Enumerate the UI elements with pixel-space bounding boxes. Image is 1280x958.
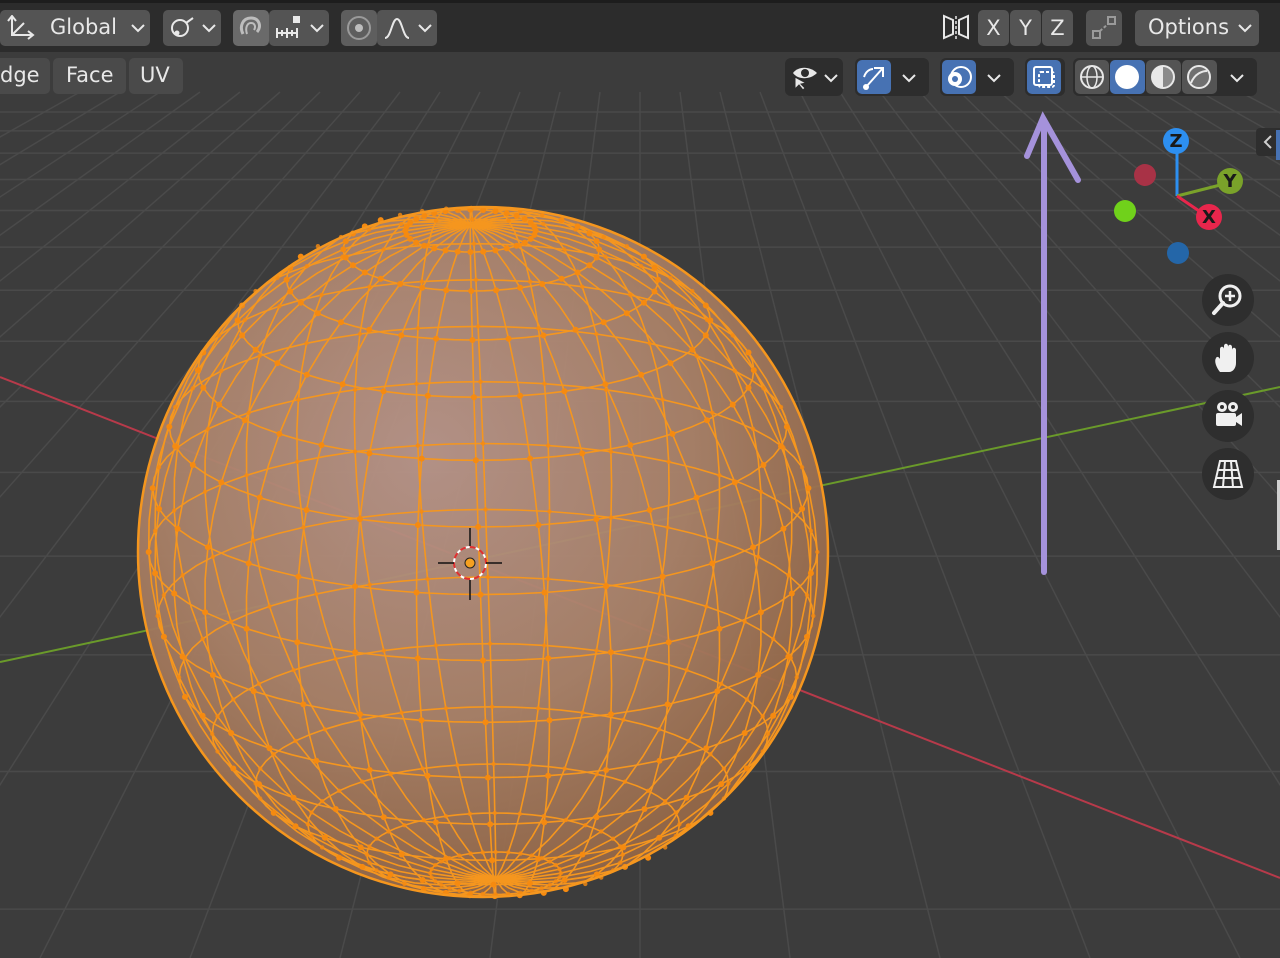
proportional-editing-toggle[interactable] (341, 10, 377, 46)
xray-icon (1033, 66, 1055, 88)
pivot-point-icon (171, 17, 194, 37)
pivot-point-dropdown[interactable] (163, 10, 221, 46)
snap-target-dropdown[interactable] (269, 10, 329, 46)
rendered-shading-button[interactable] (1182, 60, 1217, 94)
origin-dot (464, 557, 476, 569)
wireframe-shading-button[interactable] (1075, 60, 1109, 94)
proportional-editing-icon (347, 16, 371, 40)
chevron-down-icon[interactable] (986, 72, 1002, 84)
select-mode-face-tab[interactable]: Face (53, 58, 126, 94)
solid-shading-button[interactable] (1110, 60, 1145, 94)
gizmo-y-label: Y (1222, 171, 1237, 192)
chevron-down-icon[interactable] (901, 72, 917, 84)
chevron-down-icon (202, 24, 216, 33)
snap-toggle[interactable] (233, 10, 269, 46)
navigation-gizmo[interactable]: Z Y X (1100, 118, 1260, 274)
falloff-curve-icon (384, 17, 410, 39)
chevron-down-icon (824, 74, 838, 83)
camera-view-button[interactable] (1202, 390, 1254, 442)
pan-button[interactable] (1202, 332, 1254, 384)
gizmo-neg-y[interactable] (1114, 200, 1136, 222)
ortho-toggle-button[interactable] (1202, 448, 1254, 500)
mirror-y-toggle[interactable]: Y (1010, 10, 1041, 46)
overlays-icon (948, 66, 972, 88)
wireframe-shading-icon (1080, 65, 1104, 89)
header-edge (0, 0, 1280, 3)
chevron-down-icon (310, 24, 324, 33)
xray-toggle[interactable] (1027, 60, 1061, 94)
solid-shading-icon (1115, 65, 1139, 89)
chevron-down-icon (418, 24, 432, 33)
auto-merge-toggle[interactable] (1086, 10, 1122, 46)
falloff-dropdown[interactable] (377, 10, 437, 46)
gizmo-icon (863, 67, 884, 90)
mirror-butterfly-icon[interactable] (940, 12, 974, 44)
3d-viewport[interactable] (0, 52, 1280, 958)
mirror-x-label: X (986, 16, 1001, 40)
chevron-down-icon (1238, 24, 1252, 33)
gizmo-z-label: Z (1169, 131, 1182, 152)
auto-merge-icon (1092, 16, 1116, 39)
snap-increment-icon (276, 16, 300, 38)
rendered-shading-icon (1187, 65, 1211, 89)
visibility-dropdown[interactable] (785, 58, 843, 96)
chevron-down-icon[interactable] (1229, 72, 1245, 84)
overlays-toggle[interactable] (942, 60, 976, 94)
transform-orientation-dropdown[interactable]: Global (0, 10, 150, 46)
chevron-down-icon (131, 24, 145, 33)
camera-icon (1216, 402, 1242, 426)
zoom-icon (1212, 284, 1242, 315)
zoom-button[interactable] (1202, 274, 1254, 326)
hand-pan-icon (1215, 343, 1236, 372)
visibility-icon (793, 67, 817, 91)
uv-menu[interactable]: UV (129, 58, 183, 94)
ortho-grid-icon (1212, 460, 1244, 488)
sidebar-edge (1276, 130, 1280, 160)
mirror-z-label: Z (1050, 16, 1065, 40)
snap-icon (239, 16, 261, 35)
gizmo-x-label: X (1202, 207, 1216, 228)
transform-orientation-icon (7, 15, 35, 40)
mirror-z-toggle[interactable]: Z (1042, 10, 1073, 46)
options-label: Options (1148, 15, 1230, 39)
gizmo-neg-x[interactable] (1134, 164, 1156, 186)
options-dropdown[interactable]: Options (1135, 10, 1259, 46)
mirror-x-toggle[interactable]: X (978, 10, 1009, 46)
material-preview-icon (1151, 65, 1175, 89)
mirror-y-label: Y (1019, 16, 1032, 40)
transform-orientation-label: Global (50, 15, 117, 39)
gizmo-neg-z[interactable] (1167, 242, 1189, 264)
gizmo-toggle[interactable] (857, 60, 891, 94)
select-mode-edge-tab[interactable]: dge (0, 58, 50, 94)
material-preview-button[interactable] (1146, 60, 1181, 94)
viewport-header: Global X Y Z Options (0, 0, 1280, 52)
